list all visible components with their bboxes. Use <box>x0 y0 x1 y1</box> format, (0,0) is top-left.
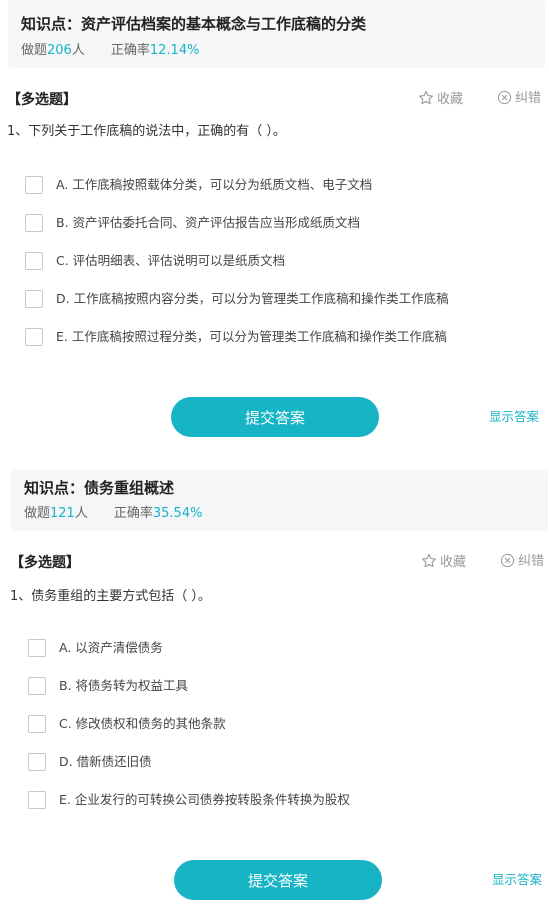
option-checkbox[interactable] <box>25 328 43 346</box>
favorite-button[interactable]: 收藏 <box>421 553 466 572</box>
knowledge-point-card: 知识点：债务重组概述 做题121人 正确率35.54% <box>11 470 548 531</box>
circle-x-icon <box>497 90 512 105</box>
show-answer-link[interactable]: 显示答案 <box>492 872 542 888</box>
done-count: 121 <box>50 506 75 521</box>
accuracy-label: 正确率 <box>110 43 150 58</box>
option-checkbox[interactable] <box>25 252 43 270</box>
done-count: 206 <box>47 43 72 58</box>
favorite-button[interactable]: 收藏 <box>418 90 463 109</box>
accuracy-value: 35.54% <box>152 506 203 521</box>
option-checkbox[interactable] <box>25 290 43 308</box>
option-label: C. 评估明细表、评估说明可以是纸质文档 <box>56 253 286 268</box>
option-checkbox[interactable] <box>25 176 43 194</box>
option-label: D. 工作底稿按照内容分类，可以分为管理类工作底稿和操作类工作底稿 <box>56 291 449 306</box>
report-error-button[interactable]: 纠错 <box>500 553 544 571</box>
question-section-2: 知识点：债务重组概述 做题121人 正确率35.54% 【多选题】 收藏 纠错 1… <box>0 470 549 913</box>
favorite-label: 收藏 <box>437 92 464 107</box>
done-label: 做题 <box>21 43 48 58</box>
option-label: C. 修改债权和债务的其他条款 <box>59 716 226 731</box>
knowledge-point-title: 知识点：资产评估档案的基本概念与工作底稿的分类 <box>21 15 367 33</box>
option-label: A. 工作底稿按照载体分类，可以分为纸质文档、电子文档 <box>56 177 373 192</box>
star-outline-icon <box>422 553 436 568</box>
done-label: 做题 <box>24 506 51 521</box>
knowledge-point-title: 知识点：债务重组概述 <box>24 479 175 497</box>
question-stats: 做题206人 正确率12.14% <box>21 42 199 60</box>
option-checkbox[interactable] <box>28 715 46 733</box>
question-stats: 做题121人 正确率35.54% <box>24 505 202 523</box>
submit-answer-button[interactable]: 提交答案 <box>174 860 382 900</box>
option-checkbox[interactable] <box>28 791 46 809</box>
question-type: 【多选题】 <box>7 92 77 108</box>
option-label: B. 将债务转为权益工具 <box>59 678 189 693</box>
question-section-1: 知识点：资产评估档案的基本概念与工作底稿的分类 做题206人 正确率12.14% … <box>0 0 549 460</box>
favorite-label: 收藏 <box>440 555 467 570</box>
report-error-button[interactable]: 纠错 <box>497 90 541 108</box>
done-unit: 人 <box>71 43 85 58</box>
option-label: D. 借新债还旧债 <box>59 754 152 769</box>
report-label: 纠错 <box>515 91 542 106</box>
accuracy-value: 12.14% <box>149 43 200 58</box>
show-answer-link[interactable]: 显示答案 <box>489 409 539 425</box>
report-label: 纠错 <box>518 554 545 569</box>
submit-answer-button[interactable]: 提交答案 <box>171 397 379 437</box>
option-checkbox[interactable] <box>25 214 43 232</box>
question-text: 1、债务重组的主要方式包括（ ）。 <box>10 589 211 604</box>
knowledge-point-card: 知识点：资产评估档案的基本概念与工作底稿的分类 做题206人 正确率12.14% <box>8 0 545 68</box>
option-label: E. 工作底稿按照过程分类，可以分为管理类工作底稿和操作类工作底稿 <box>56 329 447 344</box>
accuracy-label: 正确率 <box>113 506 153 521</box>
star-outline-icon <box>419 90 433 105</box>
question-text: 1、下列关于工作底稿的说法中，正确的有（ ）。 <box>7 124 286 139</box>
option-checkbox[interactable] <box>28 639 46 657</box>
option-checkbox[interactable] <box>28 753 46 771</box>
option-label: A. 以资产清偿债务 <box>59 640 163 655</box>
option-label: B. 资产评估委托合同、资产评估报告应当形成纸质文档 <box>56 215 361 230</box>
done-unit: 人 <box>74 506 88 521</box>
question-type: 【多选题】 <box>10 555 80 571</box>
page: 知识点：资产评估档案的基本概念与工作底稿的分类 做题206人 正确率12.14% … <box>0 0 549 913</box>
option-label: E. 企业发行的可转换公司债券按转股条件转换为股权 <box>59 792 350 807</box>
option-checkbox[interactable] <box>28 677 46 695</box>
circle-x-icon <box>500 553 515 568</box>
